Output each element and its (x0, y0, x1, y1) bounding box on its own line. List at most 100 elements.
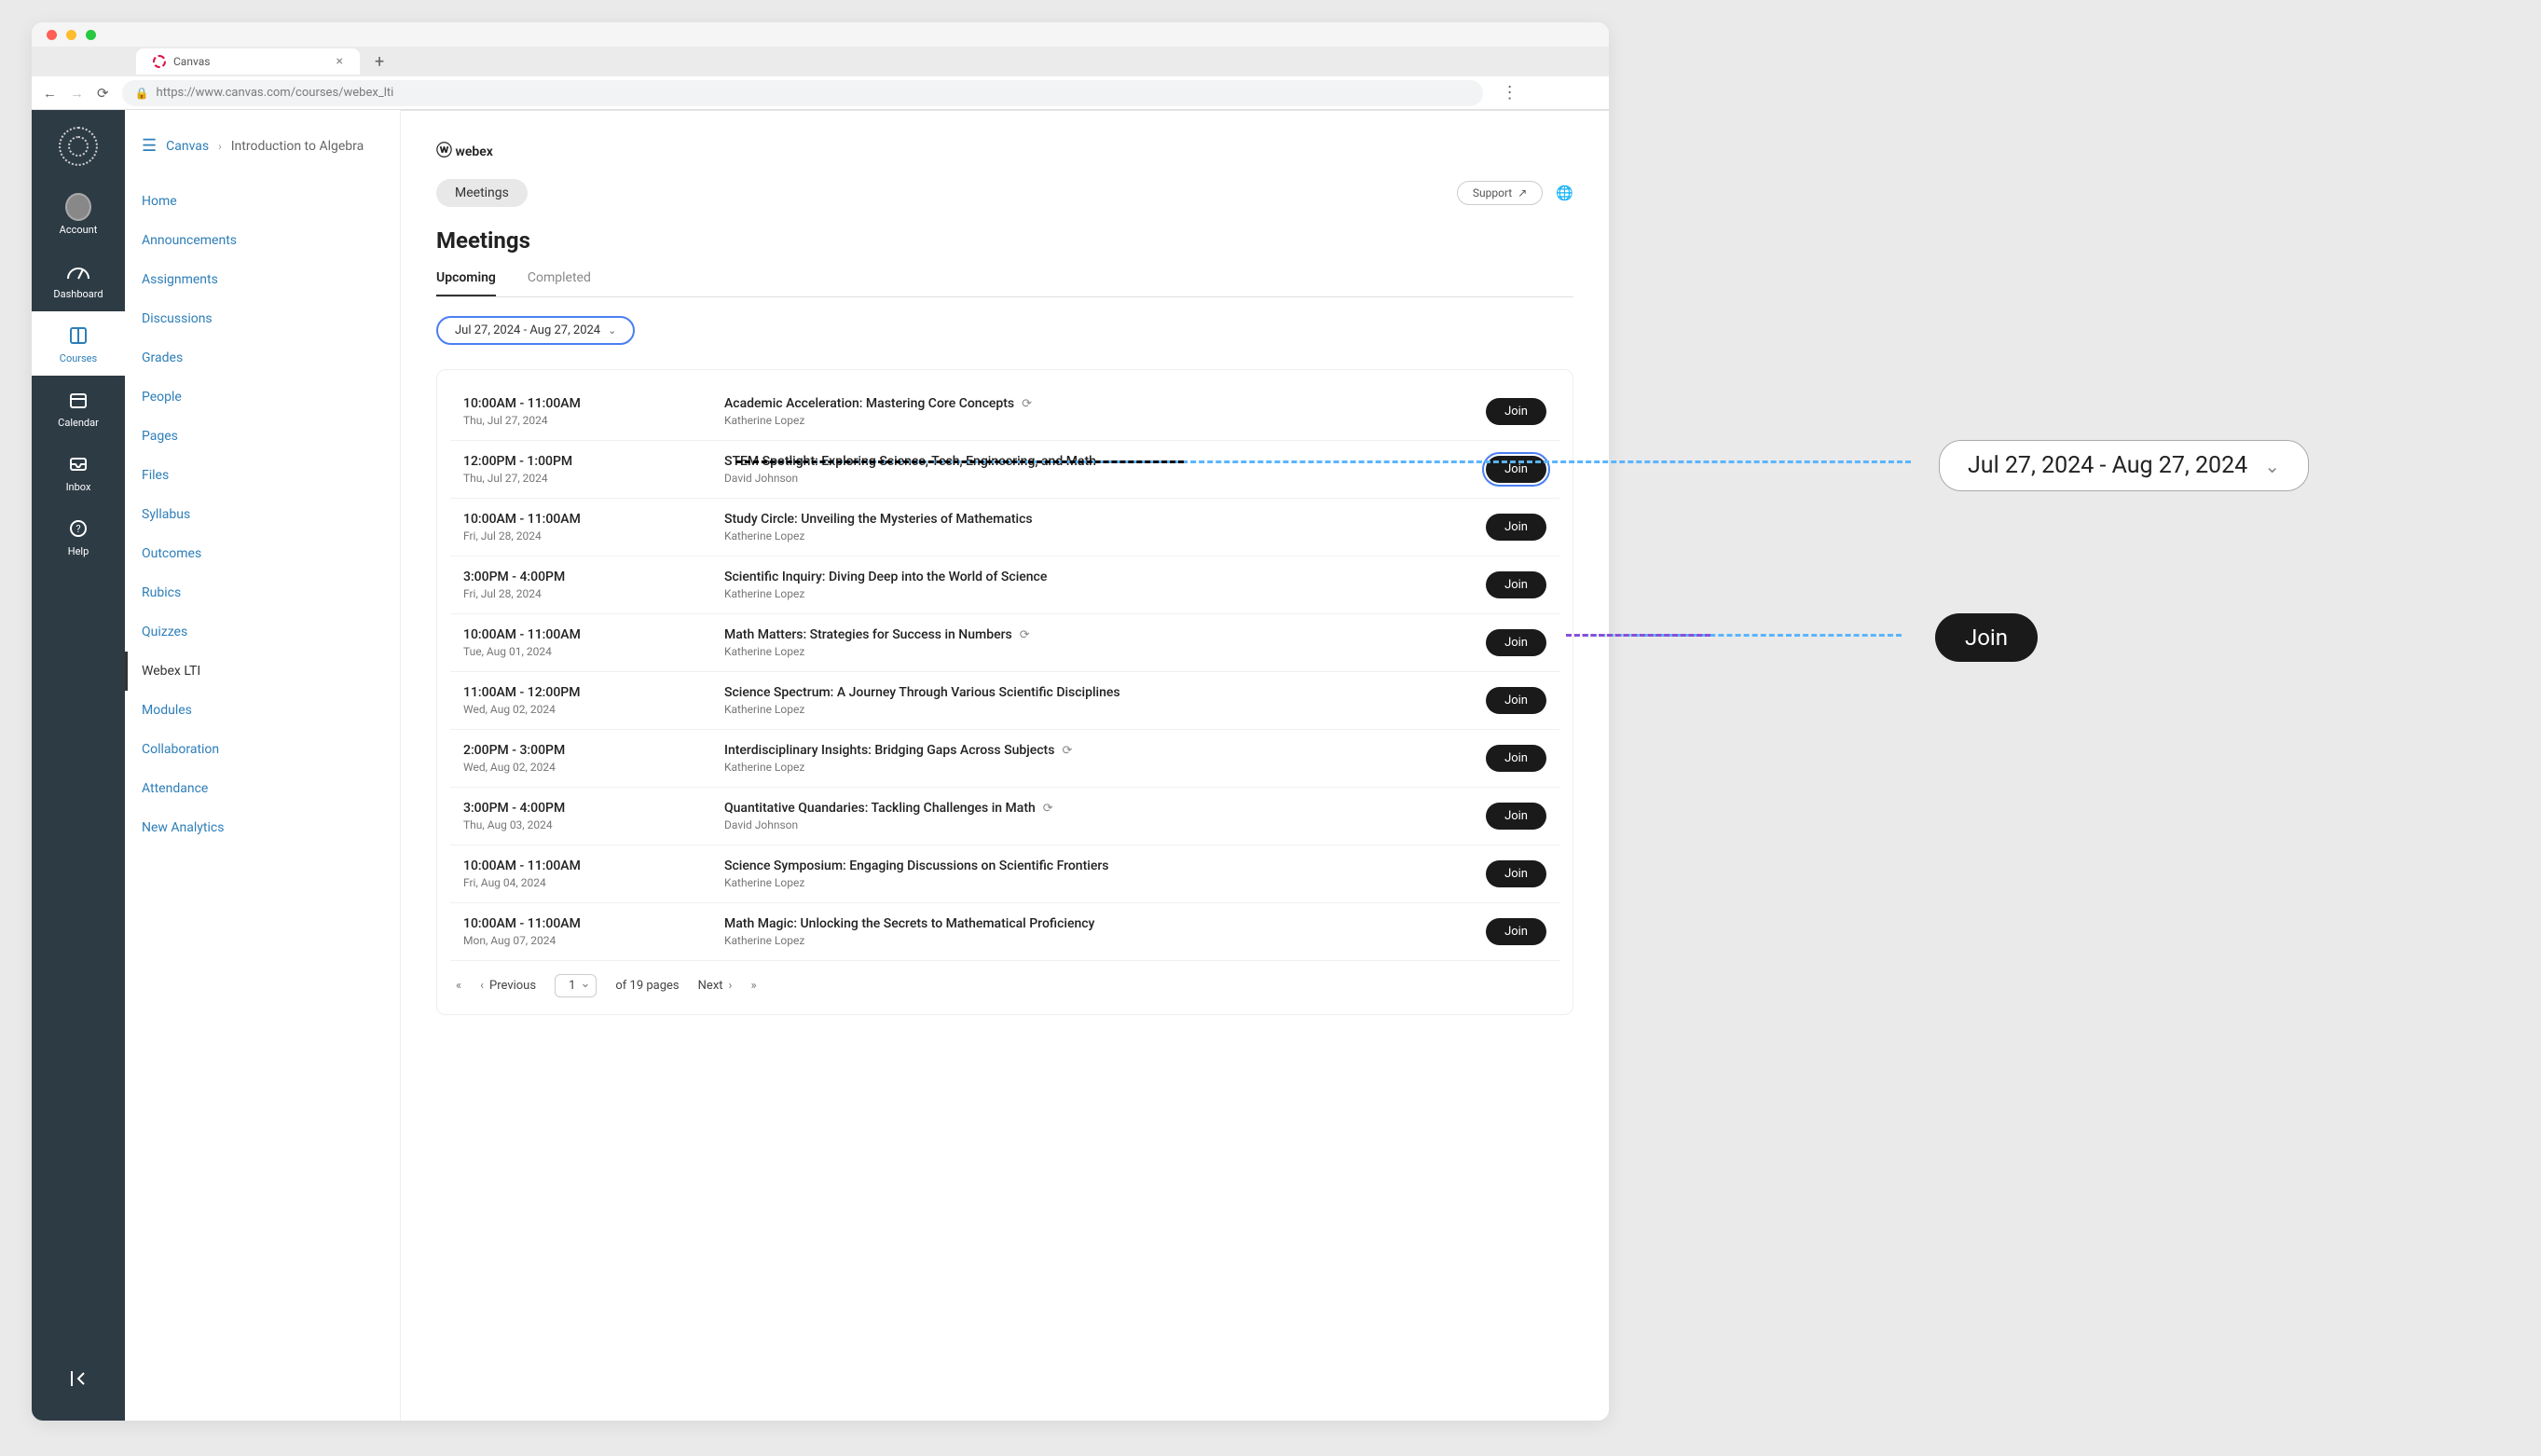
tab-close-icon[interactable]: × (337, 54, 343, 69)
cnav-item-collaboration[interactable]: Collaboration (142, 730, 383, 769)
more-menu-icon[interactable]: ⋮ (1496, 83, 1524, 103)
meeting-date: Thu, Jul 27, 2024 (463, 414, 724, 427)
next-button[interactable]: Next› (698, 979, 733, 993)
chevron-left-icon: ‹ (480, 979, 484, 993)
chevron-right-icon: › (218, 140, 222, 153)
cnav-item-modules[interactable]: Modules (142, 691, 383, 730)
close-window-icon[interactable] (47, 30, 57, 40)
support-button[interactable]: Support ↗ (1457, 181, 1543, 205)
meeting-date: Thu, Aug 03, 2024 (463, 818, 724, 831)
gauge-icon (65, 258, 91, 284)
join-button[interactable]: Join (1486, 514, 1546, 541)
join-button[interactable]: Join (1486, 803, 1546, 830)
label: Courses (60, 352, 97, 364)
meeting-info: Math Magic: Unlocking the Secrets to Mat… (724, 916, 1486, 947)
collapse-sidebar-icon[interactable] (67, 1367, 89, 1393)
sidebar-item-help[interactable]: ? Help (32, 504, 125, 569)
meeting-row: 10:00AM - 11:00AMThu, Jul 27, 2024Academ… (450, 383, 1559, 441)
meeting-row: 10:00AM - 11:00AMTue, Aug 01, 2024Math M… (450, 614, 1559, 672)
cnav-item-rubics[interactable]: Rubics (142, 573, 383, 612)
cnav-item-files[interactable]: Files (142, 456, 383, 495)
cnav-item-home[interactable]: Home (142, 182, 383, 221)
cnav-item-outcomes[interactable]: Outcomes (142, 534, 383, 573)
minimize-window-icon[interactable] (66, 30, 76, 40)
meeting-row: 10:00AM - 11:00AMFri, Jul 28, 2024Study … (450, 499, 1559, 556)
cnav-item-discussions[interactable]: Discussions (142, 299, 383, 338)
meeting-time-block: 10:00AM - 11:00AMFri, Jul 28, 2024 (463, 512, 724, 543)
cnav-item-grades[interactable]: Grades (142, 338, 383, 378)
sidebar-item-courses[interactable]: Courses (32, 311, 125, 376)
cnav-item-announcements[interactable]: Announcements (142, 221, 383, 260)
join-button[interactable]: Join (1486, 745, 1546, 772)
tab-completed[interactable]: Completed (528, 270, 591, 296)
meeting-time: 10:00AM - 11:00AM (463, 627, 724, 642)
svg-text:?: ? (76, 523, 80, 535)
join-button[interactable]: Join (1486, 629, 1546, 656)
maximize-window-icon[interactable] (86, 30, 96, 40)
meeting-info: STEM Spotlight: Exploring Science, Tech,… (724, 454, 1486, 485)
cnav-item-attendance[interactable]: Attendance (142, 769, 383, 808)
browser-window: Canvas × + ← → ⟳ 🔒 https://www.canvas.co… (32, 22, 1609, 1421)
globe-icon[interactable]: 🌐 (1556, 185, 1573, 201)
sidebar-item-calendar[interactable]: Calendar (32, 376, 125, 440)
address-bar[interactable]: 🔒 https://www.canvas.com/courses/webex_l… (122, 80, 1483, 106)
back-icon[interactable]: ← (43, 85, 57, 102)
meeting-time-block: 10:00AM - 11:00AM Mon, Aug 07, 2024 (463, 916, 724, 947)
meeting-title: Science Spectrum: A Journey Through Vari… (724, 685, 1486, 700)
recurring-icon: ⟳ (1020, 628, 1030, 642)
chevron-down-icon: ⌄ (2264, 455, 2280, 477)
cnav-item-quizzes[interactable]: Quizzes (142, 612, 383, 652)
meeting-title: Academic Acceleration: Mastering Core Co… (724, 396, 1486, 411)
sidebar-item-account[interactable]: Account (32, 183, 125, 247)
last-page-icon[interactable]: » (750, 979, 756, 993)
meeting-info: Study Circle: Unveiling the Mysteries of… (724, 512, 1486, 543)
meeting-time: 12:00PM - 1:00PM (463, 454, 724, 469)
cnav-item-new-analytics[interactable]: New Analytics (142, 808, 383, 847)
join-button[interactable]: Join (1486, 860, 1546, 887)
content-area: ⓦ webex Meetings Support ↗ 🌐 Meetings Up… (401, 110, 1609, 1421)
cnav-item-webex-lti[interactable]: Webex LTI (125, 652, 383, 691)
avatar-icon (65, 193, 91, 221)
cnav-item-pages[interactable]: Pages (142, 417, 383, 456)
first-page-icon[interactable]: « (456, 979, 461, 993)
page-select[interactable]: 1 (555, 974, 597, 997)
join-button[interactable]: Join (1486, 398, 1546, 425)
meetings-chip[interactable]: Meetings (436, 179, 528, 207)
meeting-row: 12:00PM - 1:00PMThu, Jul 27, 2024STEM Sp… (450, 441, 1559, 499)
recurring-icon: ⟳ (1062, 744, 1072, 758)
meeting-row: 3:00PM - 4:00PMThu, Aug 03, 2024Quantita… (450, 788, 1559, 845)
meeting-host: Katherine Lopez (724, 414, 1486, 427)
breadcrumb-canvas-link[interactable]: Canvas (166, 139, 209, 154)
tab-upcoming[interactable]: Upcoming (436, 270, 496, 296)
previous-button[interactable]: ‹Previous (480, 979, 536, 993)
meeting-time: 10:00AM - 11:00AM (463, 916, 724, 931)
cnav-item-assignments[interactable]: Assignments (142, 260, 383, 299)
cnav-item-people[interactable]: People (142, 378, 383, 417)
forward-icon[interactable]: → (70, 85, 84, 102)
reload-icon[interactable]: ⟳ (97, 85, 109, 102)
callout-date-range: Jul 27, 2024 - Aug 27, 2024 ⌄ (1939, 440, 2309, 491)
meeting-date: Wed, Aug 02, 2024 (463, 761, 724, 774)
meeting-title: Science Symposium: Engaging Discussions … (724, 858, 1486, 873)
join-button[interactable]: Join (1486, 918, 1546, 945)
sidebar-item-dashboard[interactable]: Dashboard (32, 247, 125, 311)
meeting-time-block: 12:00PM - 1:00PMThu, Jul 27, 2024 (463, 454, 724, 485)
meeting-host: David Johnson (724, 818, 1486, 831)
hamburger-icon[interactable]: ☰ (142, 136, 157, 156)
join-button[interactable]: Join (1486, 687, 1546, 714)
date-range-dropdown[interactable]: Jul 27, 2024 - Aug 27, 2024 ⌄ (436, 316, 635, 345)
label: Dashboard (53, 288, 103, 300)
meeting-time: 10:00AM - 11:00AM (463, 512, 724, 527)
browser-tab[interactable]: Canvas × (136, 48, 360, 75)
canvas-logo-icon[interactable] (59, 127, 98, 166)
sidebar-item-inbox[interactable]: Inbox (32, 440, 125, 504)
cnav-item-syllabus[interactable]: Syllabus (142, 495, 383, 534)
new-tab-button[interactable]: + (367, 52, 391, 72)
join-button[interactable]: Join (1486, 571, 1546, 598)
meeting-date: Mon, Aug 07, 2024 (463, 934, 724, 947)
lock-icon: 🔒 (135, 87, 149, 100)
meeting-row: 11:00AM - 12:00PMWed, Aug 02, 2024Scienc… (450, 672, 1559, 730)
tab-bar: Canvas × + (32, 47, 1609, 76)
meeting-date: Wed, Aug 02, 2024 (463, 703, 724, 716)
meeting-host: Katherine Lopez (724, 529, 1486, 543)
